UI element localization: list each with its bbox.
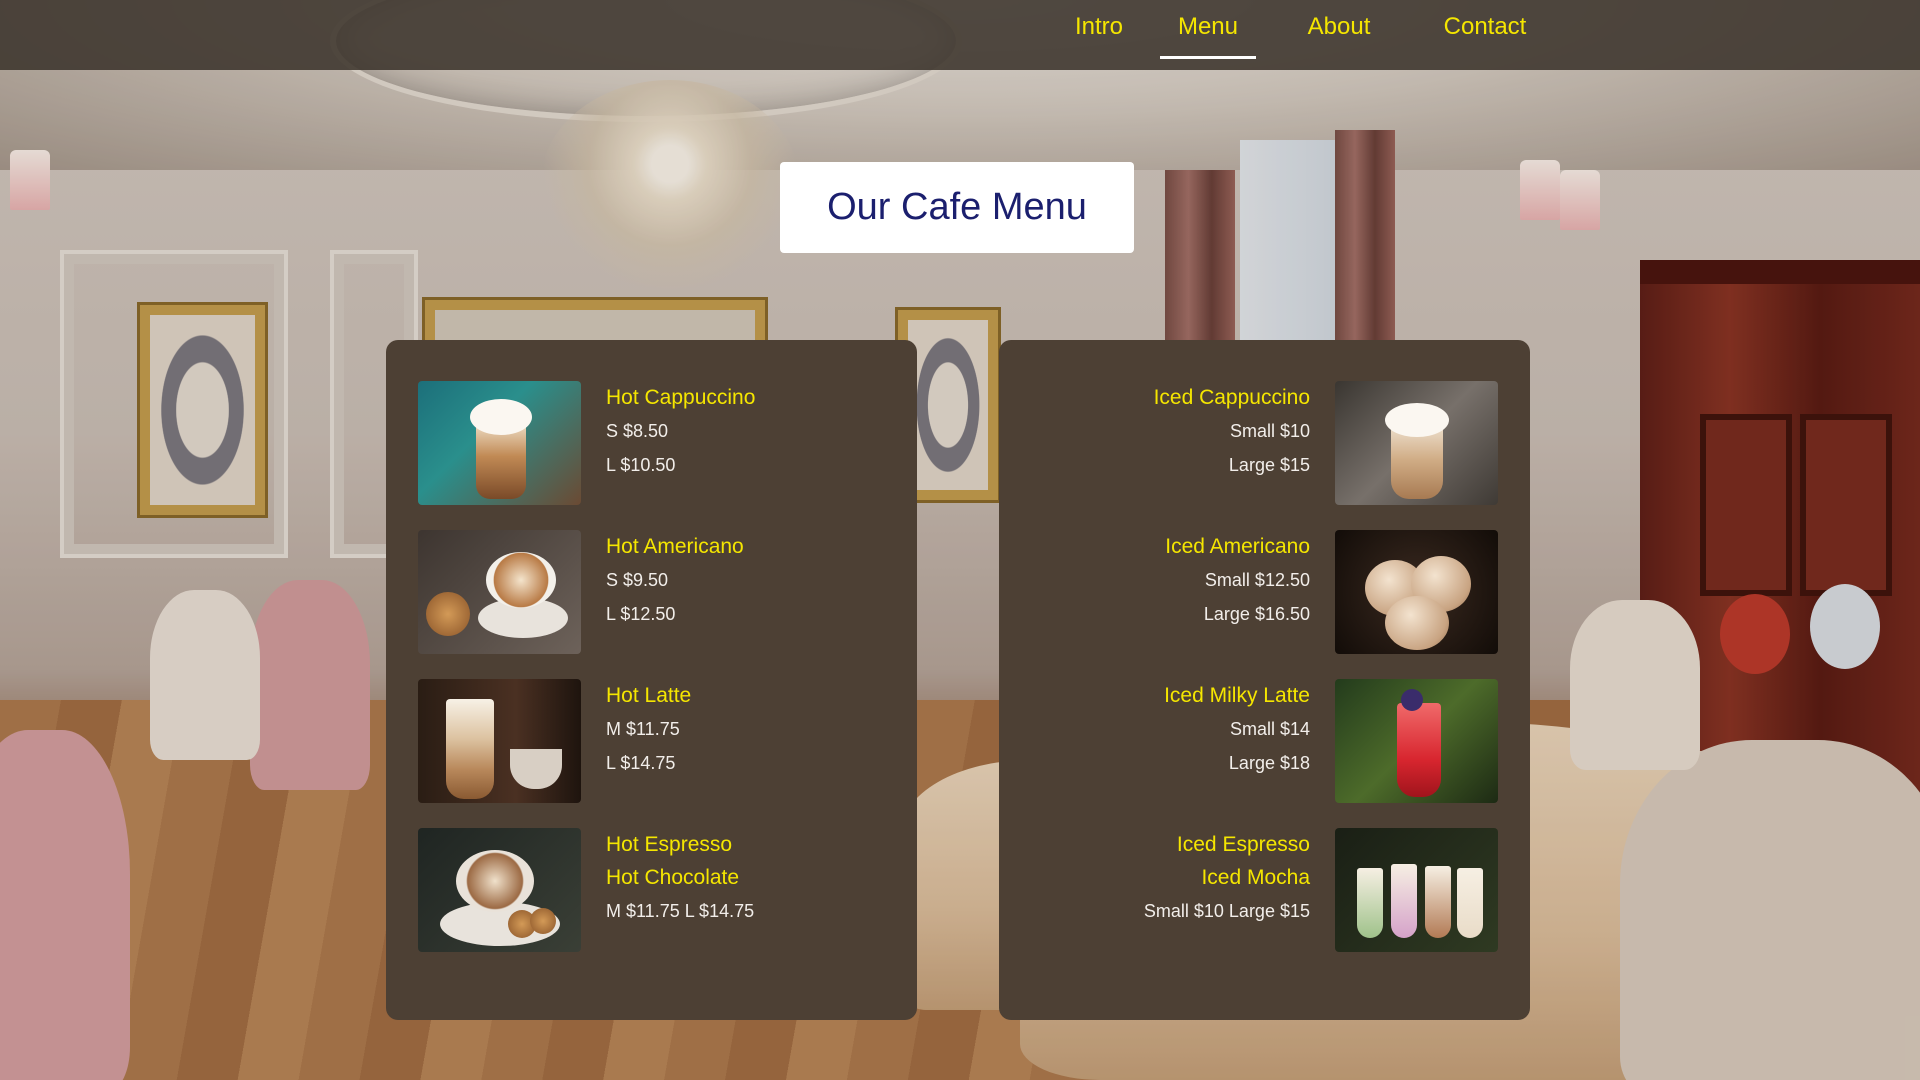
cocoa-cup-with-cookies-image: [418, 828, 581, 952]
top-navigation: Intro Menu About Contact: [0, 0, 1920, 70]
item-name: Hot Espresso: [606, 833, 733, 856]
item-price-small: S $8.50: [606, 421, 669, 441]
iced-cappuccino-whipped-cream-image: [418, 381, 581, 505]
menu-item-iced-cappuccino: Iced Cappuccino Small $10 Large $15: [1047, 381, 1530, 505]
menu-item-hot-cappuccino: Hot Cappuccino S $8.50 L $10.50: [386, 381, 869, 505]
item-price-small: Small $14: [1229, 719, 1310, 739]
item-name: Iced Milky Latte: [1164, 684, 1310, 707]
menu-item-hot-espresso-chocolate: Hot Espresso Hot Chocolate M $11.75 L $1…: [386, 828, 869, 952]
nav-menu[interactable]: Menu: [1160, 0, 1256, 59]
iced-drinks-card: Iced Cappuccino Small $10 Large $15 Iced…: [999, 340, 1530, 1020]
item-price-large: L $14.75: [606, 753, 676, 773]
item-price-small: Small $12.50: [1204, 570, 1310, 590]
menu-item-hot-americano: Hot Americano S $9.50 L $12.50: [386, 530, 869, 654]
nav-about[interactable]: About: [1294, 0, 1384, 56]
item-price-large: Large $18: [1228, 753, 1310, 773]
item-name: Hot Americano: [606, 535, 744, 558]
nav-intro[interactable]: Intro: [1056, 0, 1142, 56]
item-price-small: Small $10: [1229, 421, 1310, 441]
item-name: Hot Cappuccino: [606, 386, 756, 409]
item-name: Iced Espresso: [1176, 833, 1310, 856]
item-name-secondary: Iced Mocha: [1201, 866, 1310, 889]
item-name: Iced Cappuccino: [1153, 386, 1310, 409]
item-price: M $11.75 L $14.75: [606, 901, 755, 921]
item-price: Small $10 Large $15: [1143, 901, 1310, 921]
latte-glass-and-cup-image: [418, 679, 581, 803]
latte-art-cup-with-cookie-image: [418, 530, 581, 654]
nav-contact[interactable]: Contact: [1430, 0, 1540, 56]
item-price-small: S $9.50: [606, 570, 669, 590]
ice-cream-scoops-bowl-image: [1335, 530, 1498, 654]
menu-item-iced-espresso-mocha: Iced Espresso Iced Mocha Small $10 Large…: [1047, 828, 1530, 952]
iced-cappuccino-glass-image: [1335, 381, 1498, 505]
item-price-large: Large $15: [1228, 455, 1310, 475]
milkshake-glasses-image: [1335, 828, 1498, 952]
menu-item-hot-latte: Hot Latte M $11.75 L $14.75: [386, 679, 869, 803]
item-price-large: Large $16.50: [1203, 604, 1310, 624]
item-price-large: L $10.50: [606, 455, 676, 475]
title-card: Our Cafe Menu: [780, 162, 1134, 253]
item-price-medium: M $11.75: [606, 719, 680, 739]
menu-item-iced-americano: Iced Americano Small $12.50 Large $16.50: [1047, 530, 1530, 654]
page-title: Our Cafe Menu: [827, 186, 1087, 228]
item-name: Hot Latte: [606, 684, 692, 707]
item-price-large: L $12.50: [606, 604, 676, 624]
item-name-secondary: Hot Chocolate: [606, 866, 740, 889]
hot-drinks-card: Hot Cappuccino S $8.50 L $10.50 Hot Amer…: [386, 340, 917, 1020]
red-fruit-smoothie-image: [1335, 679, 1498, 803]
item-name: Iced Americano: [1165, 535, 1310, 558]
menu-item-iced-milky-latte: Iced Milky Latte Small $14 Large $18: [1047, 679, 1530, 803]
